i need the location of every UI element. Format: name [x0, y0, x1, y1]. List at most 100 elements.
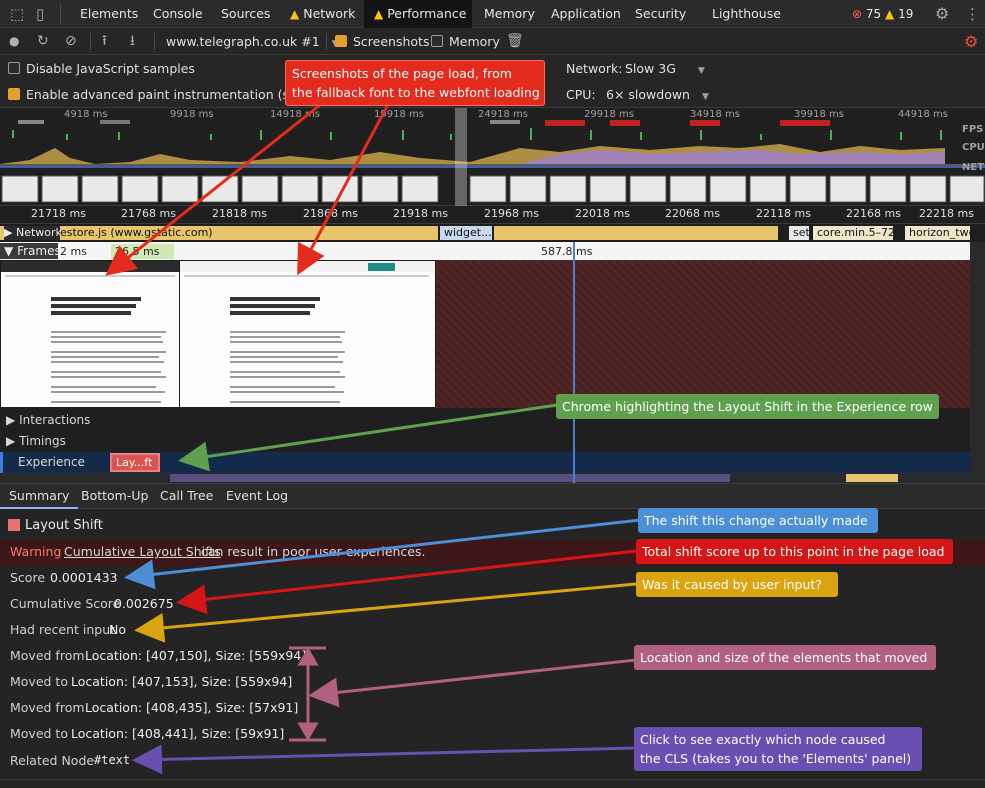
- tab-call-tree[interactable]: Call Tree: [151, 483, 222, 509]
- disable-js-samples-checkbox[interactable]: [8, 62, 20, 74]
- warning-icon: ▲: [290, 7, 300, 21]
- more-options-icon[interactable]: ⋮: [965, 0, 980, 28]
- tab-elements[interactable]: Elements: [70, 0, 148, 28]
- network-request-bar[interactable]: set: [789, 226, 809, 240]
- network-request-bar[interactable]: horizon_twe: [905, 226, 970, 240]
- tab-event-log[interactable]: Event Log: [217, 483, 297, 509]
- warning-icon: ▲: [885, 7, 895, 21]
- dropdown-arrow-icon: ▼: [697, 66, 705, 76]
- trash-icon[interactable]: 🗑: [506, 28, 524, 55]
- cls-doc-link[interactable]: Cumulative Layout Shifts: [64, 544, 221, 559]
- score-value: 0.0001433: [50, 570, 118, 585]
- moved-from-label: Moved from: [10, 700, 85, 715]
- screenshot-thumbnails: [1, 175, 985, 203]
- page-screenshot[interactable]: [1, 261, 179, 407]
- callout-recent-input: Was it caused by user input?: [636, 572, 838, 597]
- tab-memory[interactable]: Memory: [474, 0, 545, 28]
- dropdown-arrow-icon: ▼: [701, 92, 709, 102]
- clear-icon[interactable]: ⊘: [65, 28, 77, 55]
- related-node-label: Related Node: [10, 753, 95, 768]
- overview-tick: 24918 ms: [478, 109, 528, 120]
- callout-node: Click to see exactly which node caused t…: [634, 727, 922, 771]
- callout-score: The shift this change actually made: [638, 508, 878, 533]
- overview-tick: 39918 ms: [794, 109, 844, 120]
- record-icon[interactable]: ●: [9, 28, 19, 55]
- moved-to-value: Location: [407,153], Size: [559x94]: [71, 674, 293, 689]
- tab-security[interactable]: Security: [625, 0, 696, 28]
- frame-block[interactable]: 26.5 ms: [111, 244, 174, 259]
- tab-sources[interactable]: Sources: [211, 0, 280, 28]
- tab-summary[interactable]: Summary: [0, 483, 79, 509]
- moved-to-value: Location: [408,441], Size: [59x91]: [71, 726, 285, 741]
- capture-settings-gear-icon[interactable]: ⚙: [964, 28, 978, 55]
- expand-arrow-icon: ▶: [6, 413, 16, 427]
- memory-label: Memory: [449, 34, 500, 49]
- tab-label: Summary: [9, 488, 70, 503]
- overview-tick: 9918 ms: [170, 109, 214, 120]
- net-label: NET: [962, 162, 985, 173]
- related-node-link[interactable]: #text: [94, 753, 130, 767]
- frames-track-toggle[interactable]: ▼ Frames: [0, 243, 61, 259]
- device-toolbar-icon[interactable]: ▯: [36, 0, 44, 28]
- console-errors-badge[interactable]: ⊗ 75 ▲ 19: [852, 0, 913, 28]
- network-throttle-label: Network:: [566, 61, 623, 76]
- reload-icon[interactable]: ↻: [37, 28, 49, 55]
- tab-bottom-up[interactable]: Bottom-Up: [72, 483, 157, 509]
- frame-duration: 587.8 ms: [541, 245, 593, 258]
- overview-tick: 34918 ms: [690, 109, 740, 120]
- tab-label: Lighthouse: [712, 6, 781, 21]
- network-request-label: horizon_twe: [909, 226, 970, 239]
- tab-label: Bottom-Up: [81, 488, 149, 503]
- page-screenshot[interactable]: [180, 261, 435, 407]
- interactions-track-toggle[interactable]: ▶ Interactions: [6, 413, 90, 427]
- inspect-element-icon[interactable]: ⬚: [10, 0, 24, 28]
- ruler-tick: 22018 ms: [575, 207, 630, 220]
- tab-label: Memory: [484, 6, 535, 21]
- network-request-bar[interactable]: [494, 226, 778, 240]
- overview-screenshot-strip: [0, 174, 985, 204]
- network-request-label: core.min.5–72: [817, 226, 893, 239]
- upload-icon[interactable]: ⭱: [102, 28, 107, 55]
- ruler-tick: 21768 ms: [121, 207, 176, 220]
- layout-shift-chip-label: Lay...ft: [116, 456, 153, 469]
- recent-input-value: No: [109, 622, 126, 637]
- tab-label: Performance: [387, 6, 467, 21]
- recording-select[interactable]: www.telegraph.co.uk #1 ▼: [166, 34, 339, 49]
- network-request-label: estore.js (www.gstatic.com): [60, 226, 213, 239]
- ruler-tick: 21818 ms: [212, 207, 267, 220]
- tab-console[interactable]: Console: [143, 0, 213, 28]
- download-icon[interactable]: ⭳: [130, 28, 135, 55]
- callout-experience: Chrome highlighting the Layout Shift in …: [556, 394, 939, 419]
- network-track-toggle[interactable]: ▶ Network: [4, 226, 62, 240]
- memory-checkbox[interactable]: [431, 35, 443, 47]
- moved-from-label: Moved from: [10, 648, 85, 663]
- timings-track-toggle[interactable]: ▶ Timings: [6, 434, 66, 448]
- network-request-label: widget...: [444, 226, 492, 239]
- warning-label: Warning: [10, 544, 62, 559]
- divider: [326, 33, 327, 50]
- divider: [0, 779, 985, 780]
- layout-shift-chip[interactable]: Lay...ft: [110, 453, 160, 472]
- network-request-bar[interactable]: ▶ Networkestore.js (www.gstatic.com): [0, 226, 438, 240]
- gear-icon[interactable]: ⚙: [935, 0, 949, 28]
- frames-track-label: Frames: [17, 244, 61, 258]
- timeline-scrollbar[interactable]: [970, 242, 985, 483]
- advanced-paint-checkbox[interactable]: [8, 88, 20, 100]
- tab-network[interactable]: ▲ Network: [280, 0, 365, 28]
- cumulative-score-label: Cumulative Score: [10, 596, 121, 611]
- ruler-tick: 22168 ms: [846, 207, 901, 220]
- network-track-label: Network: [15, 226, 62, 239]
- screenshots-label: Screenshots: [353, 34, 430, 49]
- screenshots-checkbox[interactable]: [335, 35, 347, 47]
- network-request-bar[interactable]: widget...: [440, 226, 492, 240]
- tab-application[interactable]: Application: [541, 0, 631, 28]
- network-request-bar[interactable]: core.min.5–72: [813, 226, 893, 240]
- cpu-throttle-select[interactable]: 6× slowdown ▼: [606, 87, 709, 102]
- tab-label: Application: [551, 6, 621, 21]
- tab-label: Network: [303, 6, 356, 21]
- tab-performance[interactable]: ▲ Performance: [364, 0, 472, 28]
- overview-tick: 44918 ms: [898, 109, 948, 120]
- callout-cumulative: Total shift score up to this point in th…: [636, 539, 953, 564]
- tab-lighthouse[interactable]: Lighthouse: [702, 0, 791, 28]
- network-throttle-select[interactable]: Slow 3G ▼: [625, 61, 705, 76]
